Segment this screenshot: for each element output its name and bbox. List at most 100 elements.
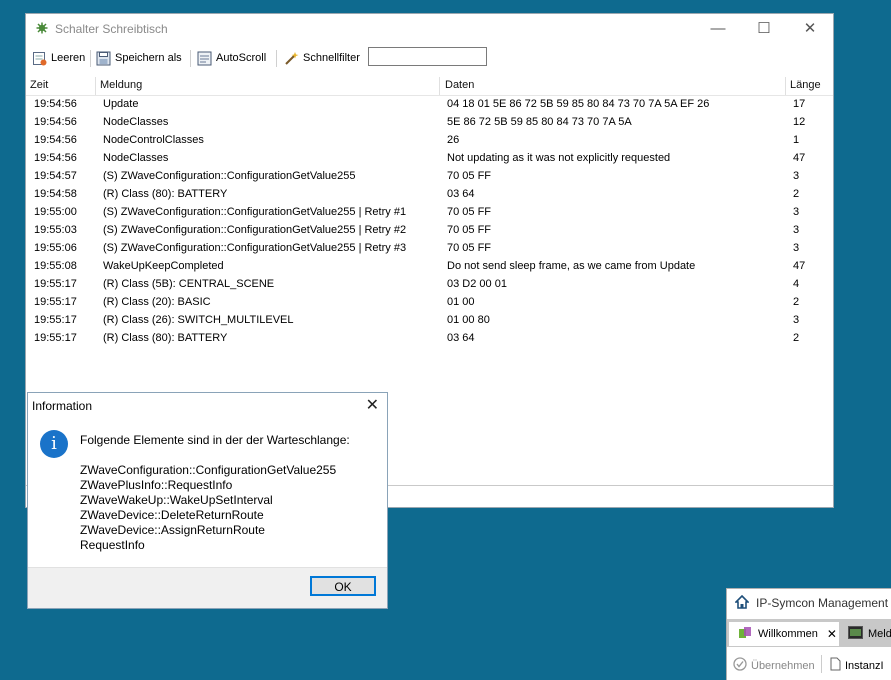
- management-window: IP-Symcon Management Willkommen ✕ Meld Ü…: [726, 588, 891, 680]
- table-row[interactable]: 19:55:17 (R) Class (80): BATTERY 03 64 2: [26, 330, 833, 348]
- row-length: 4: [793, 278, 800, 290]
- row-data: 26: [447, 134, 460, 146]
- row-message: NodeClasses: [103, 152, 169, 164]
- apply-label: Übernehmen: [751, 659, 815, 672]
- column-header-time[interactable]: Zeit: [30, 79, 48, 91]
- table-row[interactable]: 19:54:56 NodeClasses 5E 86 72 5B 59 85 80 …: [26, 114, 833, 132]
- row-data: 03 D2 00 01: [447, 278, 507, 290]
- row-message: (S) ZWaveConfiguration::ConfigurationGet…: [103, 206, 407, 218]
- close-button[interactable]: ✕: [787, 14, 833, 44]
- tab-close-icon[interactable]: ✕: [827, 627, 837, 641]
- management-tabs: Willkommen ✕ Meld: [727, 619, 891, 647]
- home-icon: [735, 595, 749, 609]
- minimize-button[interactable]: —: [695, 14, 741, 44]
- save-as-label: Speichern als: [115, 52, 182, 64]
- tab-welcome-label: Willkommen: [758, 628, 818, 640]
- dialog-title: Information: [32, 399, 93, 413]
- autoscroll-button[interactable]: AutoScroll: [197, 48, 266, 68]
- row-data: Do not send sleep frame, as we came from…: [447, 260, 696, 272]
- row-message: (S) ZWaveConfiguration::ConfigurationGet…: [103, 242, 407, 254]
- table-row[interactable]: 19:54:58 (R) Class (80): BATTERY 03 64 2: [26, 186, 833, 204]
- ok-button[interactable]: OK: [310, 576, 376, 596]
- app-icon: [36, 22, 48, 34]
- tab-welcome[interactable]: Willkommen ✕: [729, 622, 839, 646]
- tab-messages[interactable]: Meld: [848, 622, 891, 646]
- queue-item: RequestInfo: [80, 538, 145, 552]
- row-data: 01 00 80: [447, 314, 490, 326]
- management-title: IP-Symcon Management: [756, 596, 889, 610]
- row-time: 19:55:06: [34, 242, 77, 254]
- instance-label: InstanzI: [845, 659, 884, 672]
- instance-button[interactable]: InstanzI: [830, 657, 884, 674]
- column-divider[interactable]: [785, 77, 786, 95]
- tab-messages-label: Meld: [868, 628, 891, 640]
- quickfilter-input[interactable]: [368, 47, 487, 66]
- quickfilter-label: Schnellfilter: [303, 52, 360, 64]
- welcome-icon: [738, 626, 753, 643]
- row-message: Update: [103, 98, 139, 110]
- table-row[interactable]: 19:55:00 (S) ZWaveConfiguration::Configur…: [26, 204, 833, 222]
- table-row[interactable]: 19:54:56 NodeControlClasses 26 1: [26, 132, 833, 150]
- row-data: 03 64: [447, 332, 475, 344]
- row-message: (R) Class (80): BATTERY: [103, 332, 228, 344]
- save-as-button[interactable]: Speichern als: [96, 48, 182, 68]
- column-header-data[interactable]: Daten: [445, 79, 474, 91]
- queue-item: ZWaveDevice::AssignReturnRoute: [80, 523, 265, 537]
- column-divider[interactable]: [95, 77, 96, 95]
- row-data: 70 05 FF: [447, 224, 492, 236]
- row-time: 19:55:17: [34, 332, 77, 344]
- row-length: 1: [793, 134, 800, 146]
- apply-button[interactable]: Übernehmen: [733, 657, 815, 674]
- row-length: 2: [793, 296, 800, 308]
- row-message: (R) Class (5B): CENTRAL_SCENE: [103, 278, 275, 290]
- row-data: Not updating as it was not explicitly re…: [447, 152, 671, 164]
- row-data: 70 05 FF: [447, 170, 492, 182]
- dialog-footer: OK: [28, 567, 387, 608]
- dialog-close-button[interactable]: ✕: [366, 395, 379, 415]
- row-message: NodeControlClasses: [103, 134, 204, 146]
- autoscroll-label: AutoScroll: [216, 52, 267, 64]
- table-row[interactable]: 19:55:06 (S) ZWaveConfiguration::Configur…: [26, 240, 833, 258]
- column-header-message[interactable]: Meldung: [100, 79, 142, 91]
- row-time: 19:55:17: [34, 278, 77, 290]
- row-time: 19:54:56: [34, 98, 77, 110]
- row-data: 03 64: [447, 188, 475, 200]
- toolbar-separator: [276, 50, 277, 67]
- row-data: 01 00: [447, 296, 475, 308]
- row-length: 47: [793, 152, 806, 164]
- row-time: 19:55:17: [34, 296, 77, 308]
- autoscroll-icon: [197, 51, 212, 66]
- table-row[interactable]: 19:55:08 WakeUpKeepCompleted Do not send s…: [26, 258, 833, 276]
- table-row[interactable]: 19:55:17 (R) Class (5B): CENTRAL_SCENE 03 …: [26, 276, 833, 294]
- row-length: 3: [793, 224, 800, 236]
- information-dialog: Information ✕ i Folgende Elemente sind i…: [27, 392, 388, 609]
- table-row[interactable]: 19:55:17 (R) Class (26): SWITCH_MULTILEVE…: [26, 312, 833, 330]
- column-divider[interactable]: [439, 77, 440, 95]
- row-length: 3: [793, 314, 800, 326]
- row-time: 19:54:58: [34, 188, 77, 200]
- row-length: 12: [793, 116, 806, 128]
- queue-item: ZWaveWakeUp::WakeUpSetInterval: [80, 493, 273, 507]
- table-row[interactable]: 19:54:56 NodeClasses Not updating as it wa…: [26, 150, 833, 168]
- row-data: 70 05 FF: [447, 206, 492, 218]
- clear-button[interactable]: Leeren: [32, 48, 85, 68]
- row-length: 17: [793, 98, 806, 110]
- table-row[interactable]: 19:54:56 Update 04 18 01 5E 86 72 5B 59 85…: [26, 96, 833, 114]
- queue-item: ZWaveDevice::DeleteReturnRoute: [80, 508, 264, 522]
- row-time: 19:54:56: [34, 116, 77, 128]
- row-message: (S) ZWaveConfiguration::ConfigurationGet…: [103, 224, 407, 236]
- log-table-body: 19:54:56 Update 04 18 01 5E 86 72 5B 59 85…: [26, 96, 833, 348]
- maximize-button[interactable]: ☐: [741, 14, 787, 44]
- row-length: 47: [793, 260, 806, 272]
- row-message: (R) Class (20): BASIC: [103, 296, 211, 308]
- quickfilter-button[interactable]: Schnellfilter: [284, 48, 360, 68]
- row-message: NodeClasses: [103, 116, 169, 128]
- column-header-length[interactable]: Länge: [790, 79, 821, 91]
- table-row[interactable]: 19:54:57 (S) ZWaveConfiguration::Configur…: [26, 168, 833, 186]
- row-length: 2: [793, 332, 800, 344]
- row-length: 3: [793, 242, 800, 254]
- title-bar[interactable]: Schalter Schreibtisch — ☐ ✕: [26, 14, 833, 44]
- table-row[interactable]: 19:55:03 (S) ZWaveConfiguration::Configur…: [26, 222, 833, 240]
- table-row[interactable]: 19:55:17 (R) Class (20): BASIC 01 00 2: [26, 294, 833, 312]
- toolbar-separator: [90, 50, 91, 67]
